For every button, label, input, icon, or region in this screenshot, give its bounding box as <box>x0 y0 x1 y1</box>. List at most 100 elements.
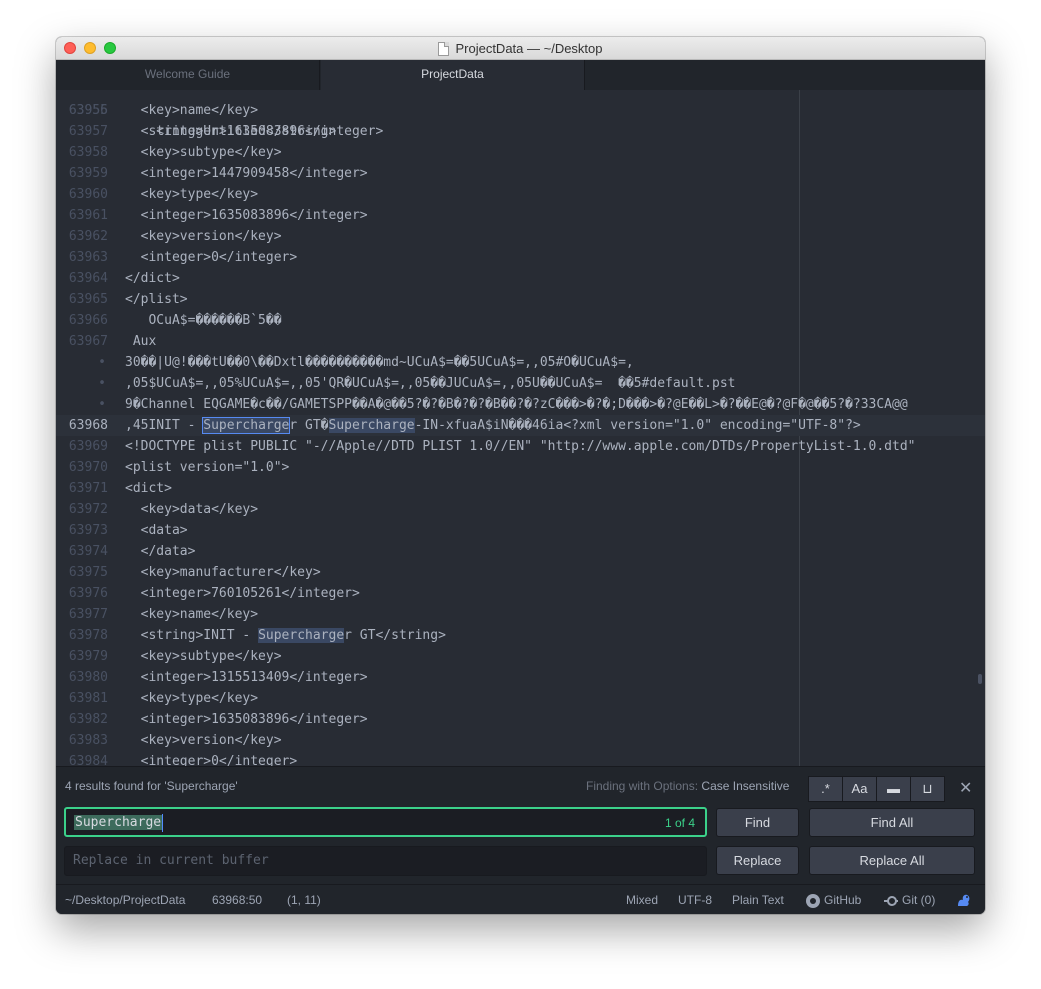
line-text: ,05$UCuA$=,,05%UCuA$=,,05'QR�UCuA$=,,05�… <box>125 373 735 394</box>
editor-line: 63979 <key>subtype</key> <box>56 646 985 667</box>
line-ending[interactable]: Mixed <box>626 885 658 914</box>
github-label: GitHub <box>824 893 862 907</box>
text-segment: <string>INIT - <box>125 628 259 643</box>
text-segment: <integer>1447909458</integer> <box>125 166 368 181</box>
text-segment: <key>version</key> <box>125 733 282 748</box>
github-button[interactable]: GitHub <box>806 885 861 914</box>
line-text: 30��|U@!���tU��0\��Dxtl����������md~UCuA… <box>125 352 634 373</box>
editor-line-partial: 63955 <integer>1635083896</integer> <box>56 90 985 139</box>
editor-line: 63967 Aux <box>56 331 985 352</box>
editor-line: • 9�Channel EQGAME�c��/GAMETSPP��A�@��5?�… <box>56 394 985 415</box>
line-number: 63964 <box>68 271 108 286</box>
find-result-count: 1 of 4 <box>664 816 695 830</box>
editor-line: 63973 <data> <box>56 520 985 541</box>
line-text: <key>subtype</key> <box>125 646 282 667</box>
squirrel-update-icon[interactable] <box>956 892 972 908</box>
text-segment: <key>manufacturer</key> <box>125 565 321 580</box>
cursor-position[interactable]: 63968:50 <box>212 885 262 914</box>
line-text: OCuA$=������B`5�� <box>125 310 282 331</box>
close-icon[interactable]: ✕ <box>959 778 972 798</box>
replace-input[interactable]: Replace in current buffer <box>64 846 707 876</box>
selection-only-toggle[interactable]: ▬ <box>876 776 911 802</box>
find-option-buttons: .* Aa ▬ ⊔ <box>808 776 945 802</box>
line-text: <key>name</key> <box>125 604 258 625</box>
file-encoding[interactable]: UTF-8 <box>678 885 712 914</box>
text-segment: <key>subtype</key> <box>125 649 282 664</box>
text-segment: <!DOCTYPE plist PUBLIC "-//Apple//DTD PL… <box>125 439 916 454</box>
editor-line: 63972 <key>data</key> <box>56 499 985 520</box>
line-number: 63961 <box>68 208 108 223</box>
minimize-window-button[interactable] <box>84 42 96 54</box>
case-sensitive-toggle[interactable]: Aa <box>842 776 877 802</box>
text-segment: 9�Channel EQGAME�c��/GAMETSPP��A�@��5?�?… <box>125 397 908 412</box>
editor-line: 63974 </data> <box>56 541 985 562</box>
editor-line: • 30��|U@!���tU��0\��Dxtl����������md~UCu… <box>56 352 985 373</box>
github-icon <box>806 893 820 908</box>
editor-line: 63960 <key>type</key> <box>56 184 985 205</box>
text-segment: r GT� <box>289 418 329 433</box>
find-all-button[interactable]: Find All <box>809 808 975 837</box>
line-text: <integer>1447909458</integer> <box>125 163 368 184</box>
tab-projectdata[interactable]: ProjectData <box>321 60 585 90</box>
editor-line: 63970 <plist version="1.0"> <box>56 457 985 478</box>
line-number: 63975 <box>68 565 108 580</box>
find-results-text: 4 results found for 'Supercharge' <box>65 779 238 793</box>
find-options-value: Case Insensitive <box>701 779 790 793</box>
line-text: ,45INIT - Supercharger GT�Supercharge-IN… <box>125 415 861 436</box>
git-button[interactable]: Git (0) <box>884 885 935 914</box>
replace-all-button[interactable]: Replace All <box>809 846 975 875</box>
text-segment: </data> <box>125 544 196 559</box>
line-number: 63976 <box>68 586 108 601</box>
editor-window: ProjectData — ~/Desktop Welcome Guide Pr… <box>56 37 985 914</box>
editor-line: 63975 <key>manufacturer</key> <box>56 562 985 583</box>
close-window-button[interactable] <box>64 42 76 54</box>
grammar-selector[interactable]: Plain Text <box>732 885 784 914</box>
line-number: 63960 <box>68 187 108 202</box>
regex-toggle[interactable]: .* <box>808 776 843 802</box>
line-number: 63977 <box>68 607 108 622</box>
text-segment: <integer>0</integer> <box>125 754 298 766</box>
find-input[interactable]: Supercharge 1 of 4 <box>64 807 707 837</box>
text-segment: <dict> <box>125 481 172 496</box>
find-button[interactable]: Find <box>716 808 799 837</box>
selection-count[interactable]: (1, 11) <box>287 885 321 914</box>
line-number: 63967 <box>68 334 108 349</box>
line-text: Aux <box>125 331 157 352</box>
line-text: <key>version</key> <box>125 730 282 751</box>
replace-button[interactable]: Replace <box>716 846 799 875</box>
file-path[interactable]: ~/Desktop/ProjectData <box>65 885 185 914</box>
scrollbar-thumb[interactable] <box>978 674 982 684</box>
text-segment: </plist> <box>125 292 188 307</box>
tab-welcome-guide[interactable]: Welcome Guide <box>56 60 320 90</box>
line-number: 63983 <box>68 733 108 748</box>
find-options-text: Finding with Options: Case Insensitive <box>586 779 789 793</box>
text-segment: <integer>760105261</integer> <box>125 586 360 601</box>
find-panel: 4 results found for 'Supercharge' Findin… <box>56 766 985 884</box>
line-text: <string>Untitled</string> <box>125 121 337 142</box>
maximize-window-button[interactable] <box>104 42 116 54</box>
line-number: 63966 <box>68 313 108 328</box>
editor-line: 63977 <key>name</key> <box>56 604 985 625</box>
text-segment: OCuA$=������B`5�� <box>125 313 282 328</box>
text-editor[interactable]: 63955 <integer>1635083896</integer> 6395… <box>56 90 985 766</box>
text-segment: <integer>1635083896</integer> <box>125 712 368 727</box>
status-bar: ~/Desktop/ProjectData 63968:50 (1, 11) M… <box>56 884 985 914</box>
line-number: 63962 <box>68 229 108 244</box>
editor-line: 63961 <integer>1635083896</integer> <box>56 205 985 226</box>
text-segment: <key>subtype</key> <box>125 145 282 160</box>
editor-line: 63984 <integer>0</integer> <box>56 751 985 766</box>
editor-line: 63964 </dict> <box>56 268 985 289</box>
whole-word-toggle[interactable]: ⊔ <box>910 776 945 802</box>
line-text: <integer>0</integer> <box>125 751 298 766</box>
editor-line: 63956 <key>name</key> <box>56 100 985 121</box>
line-text: <integer>760105261</integer> <box>125 583 360 604</box>
line-number: 63959 <box>68 166 108 181</box>
editor-line: 63958 <key>subtype</key> <box>56 142 985 163</box>
text-segment: <key>name</key> <box>125 103 259 118</box>
search-match: Supercharge <box>258 628 345 643</box>
line-text: <data> <box>125 520 188 541</box>
text-segment: <string>Untitled</string> <box>125 124 337 139</box>
selected-match: Supercharge <box>202 417 291 434</box>
editor-line: 63982 <integer>1635083896</integer> <box>56 709 985 730</box>
line-text: <key>version</key> <box>125 226 282 247</box>
